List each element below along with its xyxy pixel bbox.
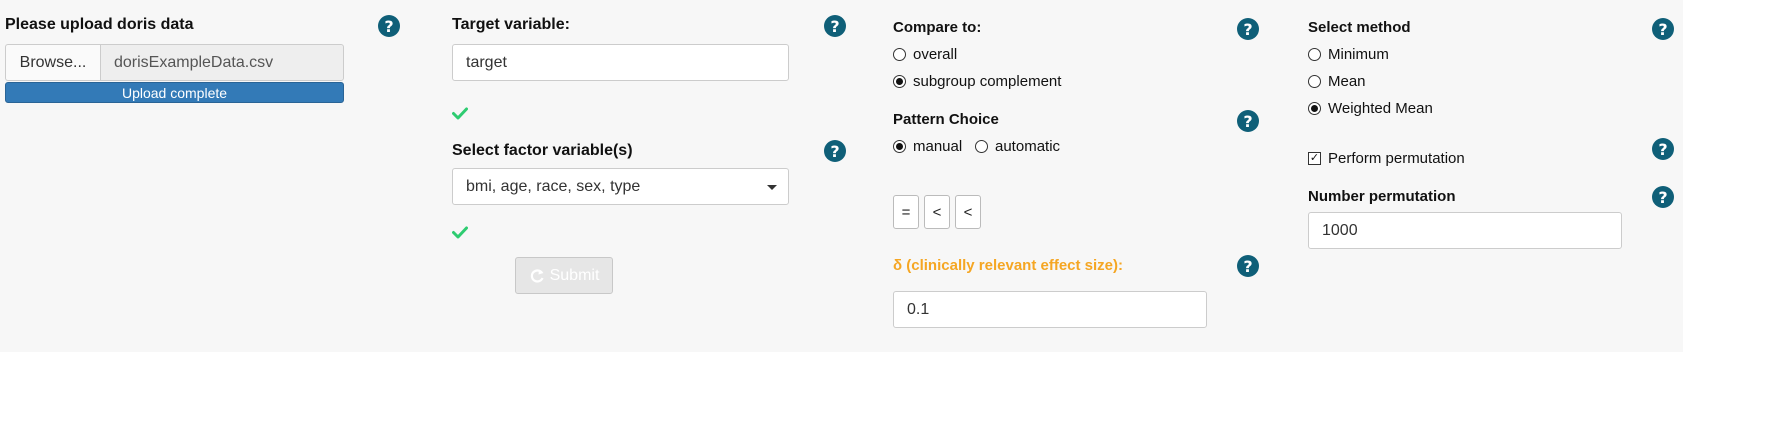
pattern-choice-label: Pattern Choice: [893, 111, 999, 128]
radio-minimum[interactable]: [1308, 48, 1321, 61]
radio-subgroup-complement[interactable]: [893, 75, 906, 88]
compare-option-subgroup[interactable]: subgroup complement: [893, 73, 1061, 90]
number-permutation-input[interactable]: 1000: [1308, 212, 1622, 249]
number-permutation-label: Number permutation: [1308, 188, 1456, 205]
method-option-weighted-mean[interactable]: Weighted Mean: [1308, 100, 1433, 117]
compare-to-label: Compare to:: [893, 19, 982, 36]
help-icon-number-permutation[interactable]: ?: [1652, 186, 1674, 208]
radio-automatic[interactable]: [975, 140, 988, 153]
radio-manual[interactable]: [893, 140, 906, 153]
pattern-symbol-button-2[interactable]: <: [924, 195, 950, 229]
delta-label: δ (clinically relevant effect size):: [893, 257, 1124, 274]
check-icon-target: [452, 107, 468, 120]
permutation-checkbox-row[interactable]: ✓ Perform permutation: [1308, 150, 1465, 167]
compare-option-overall-label: overall: [913, 46, 958, 63]
upload-label: Please upload doris data: [5, 16, 194, 33]
help-icon-target[interactable]: ?: [824, 15, 846, 37]
browse-button[interactable]: Browse...: [5, 44, 100, 81]
method-option-mean-label: Mean: [1328, 73, 1366, 90]
help-icon-factors[interactable]: ?: [824, 140, 846, 162]
upload-progress-bar: Upload complete: [5, 82, 344, 103]
radio-mean[interactable]: [1308, 75, 1321, 88]
pattern-symbol-button-3[interactable]: <: [955, 195, 981, 229]
help-icon-delta[interactable]: ?: [1237, 255, 1259, 277]
chevron-down-icon[interactable]: [767, 185, 777, 190]
submit-button[interactable]: Submit: [515, 257, 613, 294]
check-icon-factors: [452, 226, 468, 239]
select-method-label: Select method: [1308, 19, 1411, 36]
help-icon-compare[interactable]: ?: [1237, 18, 1259, 40]
method-option-weighted-mean-label: Weighted Mean: [1328, 100, 1433, 117]
factor-variables-label: Select factor variable(s): [452, 142, 633, 159]
main-panel: Please upload doris data ? Browse... dor…: [0, 0, 1683, 352]
pattern-option-manual-label: manual: [913, 138, 963, 155]
method-option-minimum[interactable]: Minimum: [1308, 46, 1389, 63]
help-icon-pattern[interactable]: ?: [1237, 110, 1259, 132]
factor-variables-value: bmi, age, race, sex, type: [466, 177, 641, 195]
pattern-option-automatic[interactable]: automatic: [975, 138, 1060, 155]
radio-overall[interactable]: [893, 48, 906, 61]
compare-option-overall[interactable]: overall: [893, 46, 957, 63]
permutation-checkbox[interactable]: ✓: [1308, 152, 1321, 165]
permutation-checkbox-label: Perform permutation: [1328, 150, 1465, 167]
radio-weighted-mean[interactable]: [1308, 102, 1321, 115]
pattern-option-automatic-label: automatic: [995, 138, 1061, 155]
delta-input[interactable]: 0.1: [893, 291, 1207, 328]
pattern-symbol-button-1[interactable]: =: [893, 195, 919, 229]
target-variable-input[interactable]: target: [452, 44, 789, 81]
compare-option-subgroup-label: subgroup complement: [913, 73, 1062, 90]
submit-label: Submit: [549, 266, 600, 284]
pattern-option-manual[interactable]: manual: [893, 138, 962, 155]
target-variable-label: Target variable:: [452, 16, 570, 33]
file-name-field: dorisExampleData.csv: [100, 44, 344, 81]
help-icon-method[interactable]: ?: [1652, 18, 1674, 40]
help-icon-permutation[interactable]: ?: [1652, 138, 1674, 160]
method-option-minimum-label: Minimum: [1328, 46, 1389, 63]
factor-variables-select[interactable]: bmi, age, race, sex, type: [452, 168, 789, 205]
refresh-icon: [530, 268, 544, 283]
help-icon-upload[interactable]: ?: [378, 15, 400, 37]
method-option-mean[interactable]: Mean: [1308, 73, 1366, 90]
